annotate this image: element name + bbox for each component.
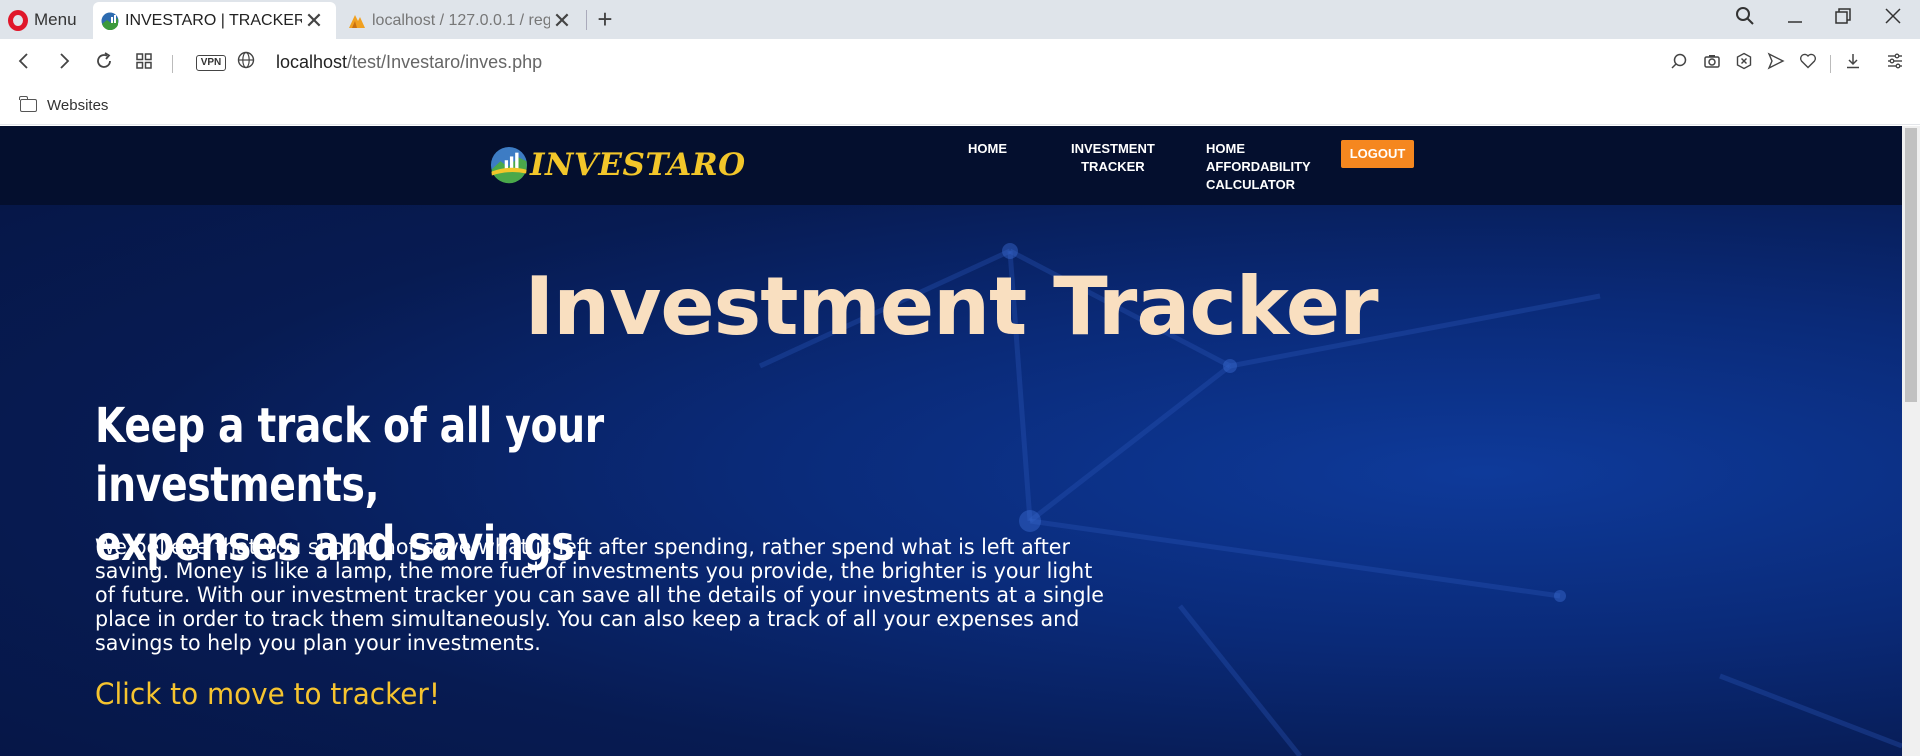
divider <box>172 55 173 73</box>
close-window-icon[interactable] <box>1878 6 1908 32</box>
send-flow-icon[interactable] <box>1765 52 1787 74</box>
menu-label: Menu <box>34 10 77 29</box>
browser-tab-bar: Menu INVESTARO | TRACKER ✕ localhost / 1… <box>0 0 1920 39</box>
scrollbar-thumb[interactable] <box>1905 128 1917 402</box>
nav-afford-line-3: CALCULATOR <box>1206 177 1296 192</box>
nav-tracker-line-1: INVESTMENT <box>1071 141 1155 156</box>
nav-tracker-line-2: TRACKER <box>1081 159 1145 174</box>
investaro-logo[interactable]: INVESTARO <box>490 146 746 184</box>
back-arrow-icon[interactable] <box>12 51 36 75</box>
page-scrollbar[interactable] <box>1902 126 1920 756</box>
tab-phpmyadmin[interactable]: localhost / 127.0.0.1 / regis ✕ <box>344 2 584 39</box>
new-tab-plus-icon[interactable]: + <box>592 4 618 34</box>
url-field[interactable]: localhost/test/Investaro/inves.php <box>276 52 542 73</box>
headline-line-1: Keep a track of all your investments, <box>95 398 604 513</box>
phpmyadmin-favicon-icon <box>349 14 365 28</box>
close-tab-icon[interactable]: ✕ <box>550 9 574 32</box>
tab-title: INVESTARO | TRACKER <box>125 11 302 29</box>
nav-home-link[interactable]: HOME <box>968 140 1007 158</box>
url-path: /test/Investaro/inves.php <box>347 52 543 72</box>
nav-home-label: HOME <box>968 141 1007 156</box>
divider <box>1830 55 1831 73</box>
address-bar-row: VPN localhost/test/Investaro/inves.php <box>0 39 1920 87</box>
url-host: localhost <box>276 52 348 72</box>
search-tabs-icon[interactable] <box>1730 6 1760 32</box>
ad-blocker-icon[interactable] <box>1733 52 1755 74</box>
page-title: Investment Tracker <box>524 260 1378 353</box>
tab-investaro-tracker[interactable]: INVESTARO | TRACKER ✕ <box>93 2 336 39</box>
folder-icon[interactable] <box>19 96 37 112</box>
browser-menu-button[interactable]: Menu <box>8 9 77 31</box>
hero-description: We believe that you should not save what… <box>95 535 1105 656</box>
move-to-tracker-link[interactable]: Click to move to tracker! <box>95 677 440 711</box>
minimize-icon[interactable] <box>1780 6 1810 32</box>
investaro-globe-icon <box>490 146 528 184</box>
reload-icon[interactable] <box>92 51 116 75</box>
site-navbar: INVESTARO HOME INVESTMENT TRACKER HOME A… <box>0 126 1902 205</box>
tab-title: localhost / 127.0.0.1 / regis <box>372 11 550 29</box>
opera-logo-icon <box>8 9 28 31</box>
logout-button[interactable]: LOGOUT <box>1341 140 1414 168</box>
tab-divider <box>586 10 587 30</box>
globe-icon[interactable] <box>234 51 258 75</box>
easy-setup-icon[interactable] <box>1884 52 1906 74</box>
nav-investment-tracker-link[interactable]: INVESTMENT TRACKER <box>1071 140 1155 176</box>
bookmark-heart-icon[interactable] <box>1797 52 1819 74</box>
web-page: INVESTARO HOME INVESTMENT TRACKER HOME A… <box>0 126 1902 756</box>
nav-home-affordability-link[interactable]: HOME AFFORDABILITY CALCULATOR <box>1206 140 1311 194</box>
search-in-page-icon[interactable] <box>1668 52 1690 74</box>
download-icon[interactable] <box>1842 52 1864 74</box>
bookmarks-bar: Websites <box>0 87 1920 125</box>
forward-arrow-icon[interactable] <box>52 51 76 75</box>
speed-dial-grid-icon[interactable] <box>132 51 156 75</box>
bookmark-websites[interactable]: Websites <box>47 97 108 114</box>
restore-window-icon[interactable] <box>1828 6 1858 32</box>
vpn-badge[interactable]: VPN <box>196 55 226 71</box>
close-tab-icon[interactable]: ✕ <box>302 9 326 32</box>
investaro-favicon-icon <box>101 12 119 30</box>
logo-text: INVESTARO <box>530 147 746 183</box>
snapshot-camera-icon[interactable] <box>1701 52 1723 74</box>
nav-afford-line-1: HOME <box>1206 141 1245 156</box>
nav-afford-line-2: AFFORDABILITY <box>1206 159 1311 174</box>
